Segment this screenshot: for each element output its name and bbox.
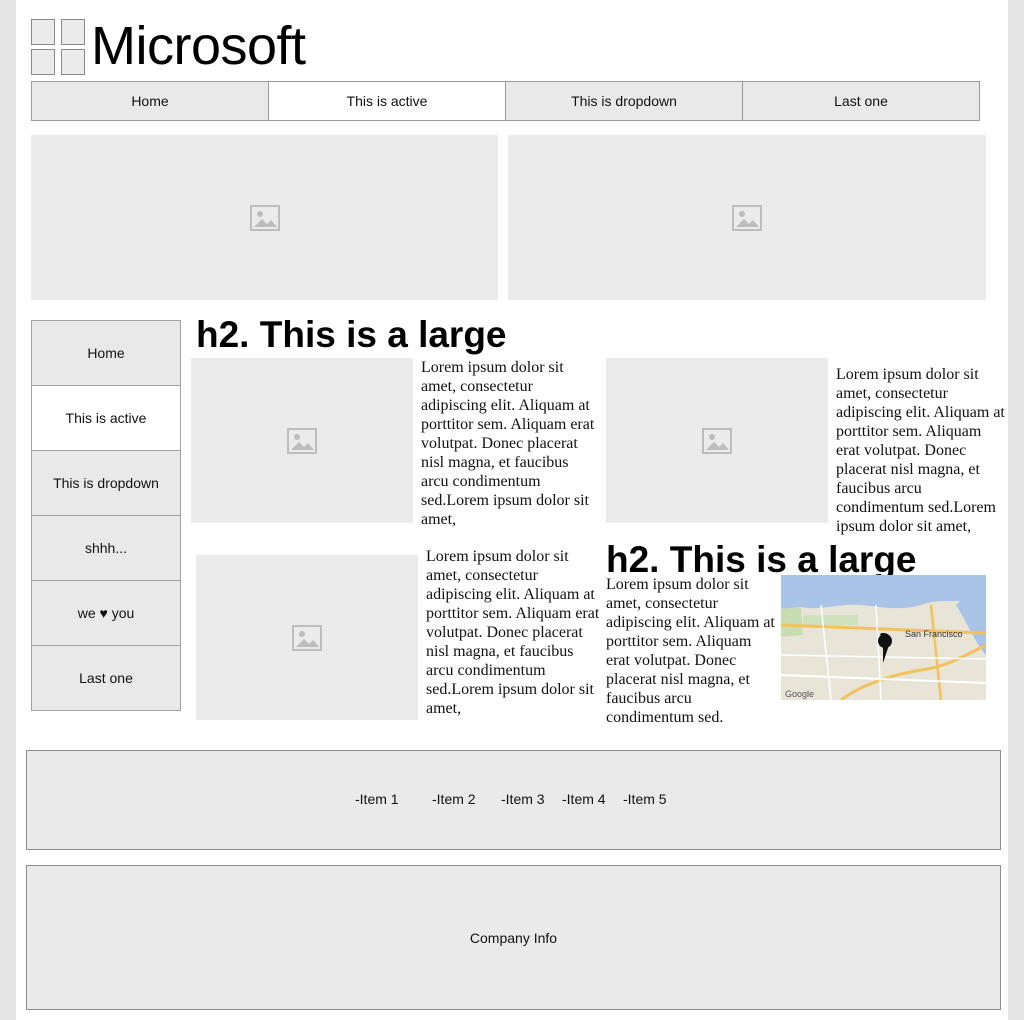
side-nav-shhh[interactable]: shhh...	[31, 515, 181, 581]
company-info: Company Info	[26, 865, 1001, 1010]
image-placeholder-icon	[702, 427, 732, 454]
content-text-3: Lorem ipsum dolor sit amet, consectetur …	[426, 548, 600, 717]
top-nav-last[interactable]: Last one	[742, 81, 980, 121]
footer-item-4[interactable]: -Item 4	[562, 791, 606, 807]
footer-nav: -Item 1 -Item 2 -Item 3 -Item 4 -Item 5	[26, 750, 1001, 850]
page: Microsoft Home This is active This is dr…	[16, 0, 1008, 1020]
footer-item-3[interactable]: -Item 3	[501, 791, 545, 807]
section-heading-2: h2. This is a large	[606, 539, 917, 580]
top-nav: Home This is active This is dropdown Las…	[31, 81, 983, 121]
hero-image-left	[31, 135, 498, 300]
side-nav-home[interactable]: Home	[31, 320, 181, 386]
map-attribution: Google	[785, 689, 814, 699]
logo-icon[interactable]	[31, 19, 87, 75]
content-text-2: Lorem ipsum dolor sit amet, consectetur …	[836, 366, 1005, 535]
content-image-3	[196, 555, 418, 720]
image-placeholder-icon	[732, 204, 762, 231]
map-widget[interactable]: San Francisco Google	[781, 575, 986, 700]
map-city-label: San Francisco	[905, 629, 963, 639]
top-nav-active[interactable]: This is active	[268, 81, 506, 121]
image-placeholder-icon	[249, 204, 280, 231]
side-nav-dropdown[interactable]: This is dropdown	[31, 450, 181, 516]
logo-text[interactable]: Microsoft	[91, 16, 306, 76]
image-placeholder-icon	[287, 427, 317, 454]
footer-item-2[interactable]: -Item 2	[432, 791, 476, 807]
footer-item-5[interactable]: -Item 5	[623, 791, 667, 807]
hero-image-right	[508, 135, 986, 300]
footer-item-1[interactable]: -Item 1	[355, 791, 399, 807]
map-image: San Francisco Google	[781, 575, 986, 700]
side-nav-love[interactable]: we ♥ you	[31, 580, 181, 646]
side-nav-last[interactable]: Last one	[31, 645, 181, 711]
content-text-1: Lorem ipsum dolor sit amet, consectetur …	[421, 359, 595, 528]
content-text-4: Lorem ipsum dolor sit amet, consectetur …	[606, 576, 775, 726]
image-placeholder-icon	[292, 624, 322, 651]
top-nav-home[interactable]: Home	[31, 81, 269, 121]
top-nav-dropdown[interactable]: This is dropdown	[505, 81, 743, 121]
side-nav: Home This is active This is dropdown shh…	[31, 320, 181, 711]
content-image-1	[191, 358, 413, 523]
section-heading: h2. This is a large	[196, 314, 507, 355]
content-image-2	[606, 358, 828, 523]
side-nav-active[interactable]: This is active	[31, 385, 181, 451]
